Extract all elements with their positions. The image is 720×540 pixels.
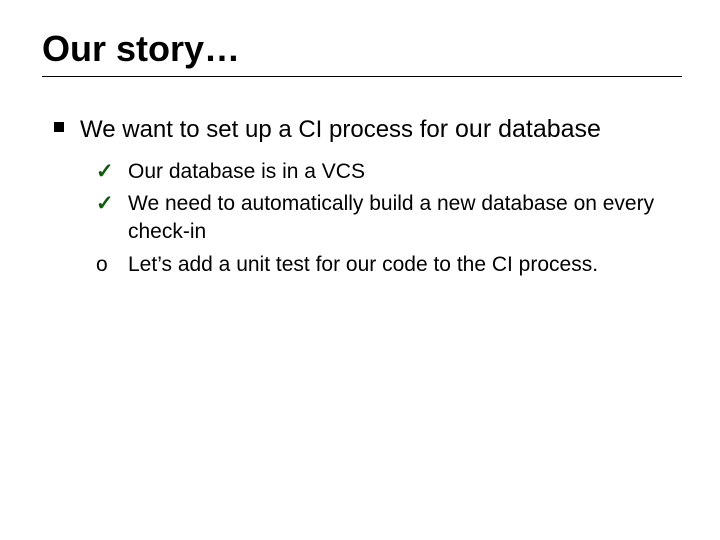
bullet-text-emph: r our database — [440, 115, 601, 143]
list-item: ✓ Our database is in a VCS — [96, 158, 678, 186]
sub-list: ✓ Our database is in a VCS ✓ We need to … — [96, 158, 678, 279]
square-bullet-icon — [54, 122, 64, 132]
check-icon: ✓ — [96, 158, 124, 186]
sub-text: Let’s add a unit test for our code to th… — [128, 251, 598, 279]
bullet-text: We want to set up a CI process for our d… — [80, 113, 601, 146]
list-item: o Let’s add a unit test for our code to … — [96, 251, 678, 279]
slide-title: Our story… — [42, 28, 678, 70]
title-underline — [42, 76, 682, 77]
list-item: ✓ We need to automatically build a new d… — [96, 190, 678, 247]
sub-text: Our database is in a VCS — [128, 158, 365, 186]
check-icon: ✓ — [96, 190, 124, 218]
bullet-item: We want to set up a CI process for our d… — [42, 113, 678, 146]
bullet-text-prefix: We want to set up a CI process fo — [80, 116, 440, 143]
circle-bullet-icon: o — [96, 251, 124, 279]
sub-text: We need to automatically build a new dat… — [128, 190, 678, 247]
